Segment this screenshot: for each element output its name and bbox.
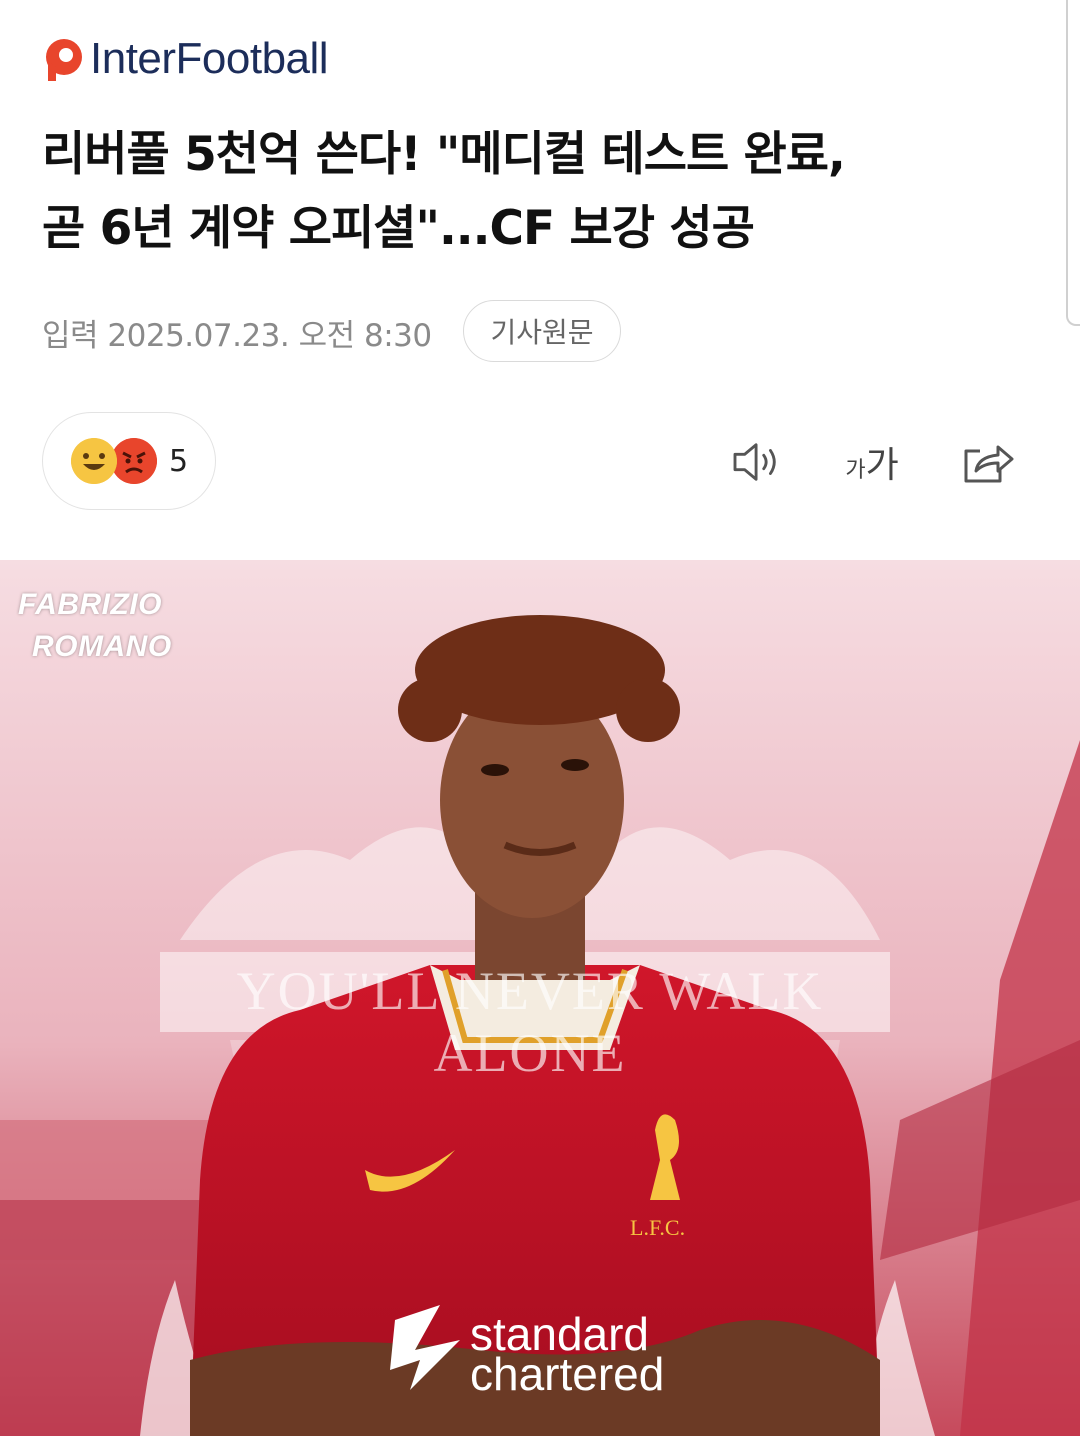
font-small-label: 가 (845, 458, 866, 483)
font-large-label: 가 (865, 445, 899, 486)
p-logo-icon (46, 39, 82, 81)
font-size-button[interactable]: 가가 (836, 430, 908, 494)
original-article-button[interactable]: 기사원문 (463, 300, 621, 362)
watermark-line-2: ROMANO (32, 630, 172, 663)
happy-face-icon (71, 438, 117, 484)
title-line-2: 곧 6년 계약 오피셜"...CF 보강 성공 (42, 201, 755, 256)
logo-text: InterFootball (90, 34, 329, 83)
crest-lfc-text: L.F.C. (630, 1215, 685, 1240)
share-icon (964, 445, 1014, 483)
photo-watermark: FABRIZIO ROMANO (18, 584, 172, 668)
title-line-1: 리버풀 5천억 쓴다! "메디컬 테스트 완료, (42, 127, 846, 182)
angry-face-icon (111, 438, 157, 484)
sponsor-line-2: chartered (470, 1348, 664, 1400)
crest-banner-text: YOU'LL NEVER WALK ALONE (236, 961, 824, 1083)
reaction-button[interactable]: 5 (42, 412, 216, 510)
article-image: L.F.C. standard chartered YOU'LL NEVER W… (0, 560, 1080, 1436)
speaker-icon (733, 443, 776, 481)
watermark-line-1: FABRIZIO (18, 588, 162, 621)
site-logo[interactable]: InterFootball (42, 34, 329, 84)
article-title: 리버풀 5천억 쓴다! "메디컬 테스트 완료, 곧 6년 계약 오피셜"...… (42, 118, 1042, 266)
scrollbar[interactable] (1066, 0, 1080, 326)
publish-date: 입력 2025.07.23. 오전 8:30 (42, 318, 432, 354)
text-to-speech-button[interactable] (726, 430, 790, 494)
reaction-count: 5 (169, 443, 189, 479)
font-size-icon: 가가 (845, 436, 898, 488)
share-button[interactable] (956, 430, 1020, 494)
